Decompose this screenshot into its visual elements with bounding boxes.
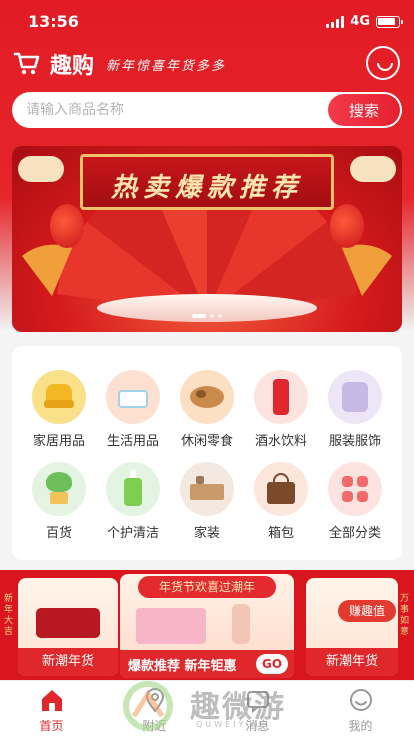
handbag-icon (36, 608, 100, 638)
banner-title: 热卖爆款推荐 (110, 173, 303, 203)
carousel-dot[interactable] (192, 314, 206, 318)
soda-can-icon (254, 370, 308, 424)
left-side-text: 新年大吉 (4, 594, 14, 637)
category-item[interactable]: 家居用品 (20, 370, 98, 466)
category-label: 生活用品 (106, 434, 159, 449)
status-bar: 13:56 4G (0, 0, 414, 44)
promo-center-bar-text: 爆款推荐 新年钜惠 (128, 659, 237, 674)
battery-icon (376, 15, 403, 28)
succulent-plant-icon (32, 462, 86, 516)
handbag-icon (254, 462, 308, 516)
promo-card-center[interactable]: 年货节欢喜过潮年 爆款推荐 新年钜惠 GO (120, 574, 294, 678)
carousel-dot[interactable] (218, 314, 222, 318)
snack-bowl-icon (180, 370, 234, 424)
product-bottle-icon (232, 604, 250, 644)
status-time: 13:56 (28, 12, 79, 31)
tab-label: 我的 (348, 719, 373, 733)
profile-icon (350, 689, 372, 711)
category-label: 百货 (45, 526, 72, 541)
category-item[interactable]: 百货 (20, 462, 98, 558)
promo-center-tag: 年货节欢喜过潮年 (138, 576, 276, 598)
cabinet-icon (180, 462, 234, 516)
banner-title-box: 热卖爆款推荐 (80, 154, 334, 210)
promo-right-label: 新潮年货 (306, 648, 398, 676)
signal-icon (326, 15, 345, 28)
category-item[interactable]: 服装服饰 (316, 370, 394, 466)
message-icon (247, 691, 269, 713)
category-grid: 家居用品 生活用品 休闲零食 酒水饮料 服装服饰 百货 个护清洁 家装 箱包 全… (12, 346, 402, 560)
category-label: 个护清洁 (106, 526, 159, 541)
product-pack-icon (136, 608, 206, 644)
brand-name: 趣购 (50, 54, 95, 79)
bottom-tab-bar: 首页 附近 消息 我的 (0, 680, 414, 736)
tab-label: 首页 (39, 719, 64, 733)
category-item[interactable]: 全部分类 (316, 462, 394, 558)
network-type: 4G (350, 14, 370, 29)
app-header: 趣购 新年惊喜年货多多 (0, 44, 414, 84)
home-icon (42, 690, 62, 711)
category-label: 酒水饮料 (254, 434, 307, 449)
down-jacket-icon (328, 370, 382, 424)
category-item[interactable]: 酒水饮料 (242, 370, 320, 466)
category-label: 家装 (193, 526, 220, 541)
category-label: 家居用品 (32, 434, 85, 449)
category-label: 全部分类 (328, 526, 381, 541)
promo-card-left[interactable]: 新潮年货 (18, 578, 118, 676)
category-item[interactable]: 休闲零食 (168, 370, 246, 466)
grid-icon (328, 462, 382, 516)
lantern-right-icon (330, 204, 364, 248)
category-item[interactable]: 生活用品 (94, 370, 172, 466)
category-item[interactable]: 家装 (168, 462, 246, 558)
tab-nearby[interactable]: 附近 (103, 681, 206, 736)
tab-home[interactable]: 首页 (0, 681, 103, 736)
cloud-right-icon (350, 156, 396, 182)
armchair-icon (32, 370, 86, 424)
category-label: 休闲零食 (180, 434, 233, 449)
go-button[interactable]: GO (256, 654, 288, 674)
carousel-dot[interactable] (210, 314, 214, 318)
promo-center-bar: 爆款推荐 新年钜惠 GO (120, 650, 294, 678)
lantern-left-icon (50, 204, 84, 248)
category-item[interactable]: 箱包 (242, 462, 320, 558)
category-label: 服装服饰 (328, 434, 381, 449)
header-slogan: 新年惊喜年货多多 (106, 59, 227, 74)
carousel-indicator (12, 314, 402, 318)
search-input[interactable] (26, 98, 316, 122)
promo-left-label: 新潮年货 (18, 648, 118, 676)
category-item[interactable]: 个护清洁 (94, 462, 172, 558)
tab-label: 消息 (245, 719, 270, 733)
status-right: 4G (326, 14, 403, 29)
cart-logo-icon (13, 52, 40, 75)
cloud-left-icon (18, 156, 64, 182)
promo-strip: 新年大吉 新潮年货 年货节欢喜过潮年 爆款推荐 新年钜惠 GO 新潮年货 赚趣值… (0, 570, 414, 680)
promo-banner[interactable]: 热卖爆款推荐 (12, 146, 402, 332)
category-label: 箱包 (267, 526, 294, 541)
tissue-box-icon (106, 370, 160, 424)
customer-service-icon[interactable] (366, 46, 400, 80)
search-button[interactable]: 搜索 (328, 94, 400, 126)
tab-profile[interactable]: 我的 (309, 681, 412, 736)
location-icon (145, 688, 165, 713)
search-bar: 搜索 (12, 92, 402, 128)
promo-card-right[interactable]: 新潮年货 (306, 578, 398, 676)
hand-soap-icon (106, 462, 160, 516)
tab-label: 附近 (142, 719, 167, 733)
right-side-text: 万事如意 (400, 594, 410, 637)
earn-points-badge[interactable]: 赚趣值 (338, 600, 396, 622)
tab-messages[interactable]: 消息 (206, 681, 309, 736)
